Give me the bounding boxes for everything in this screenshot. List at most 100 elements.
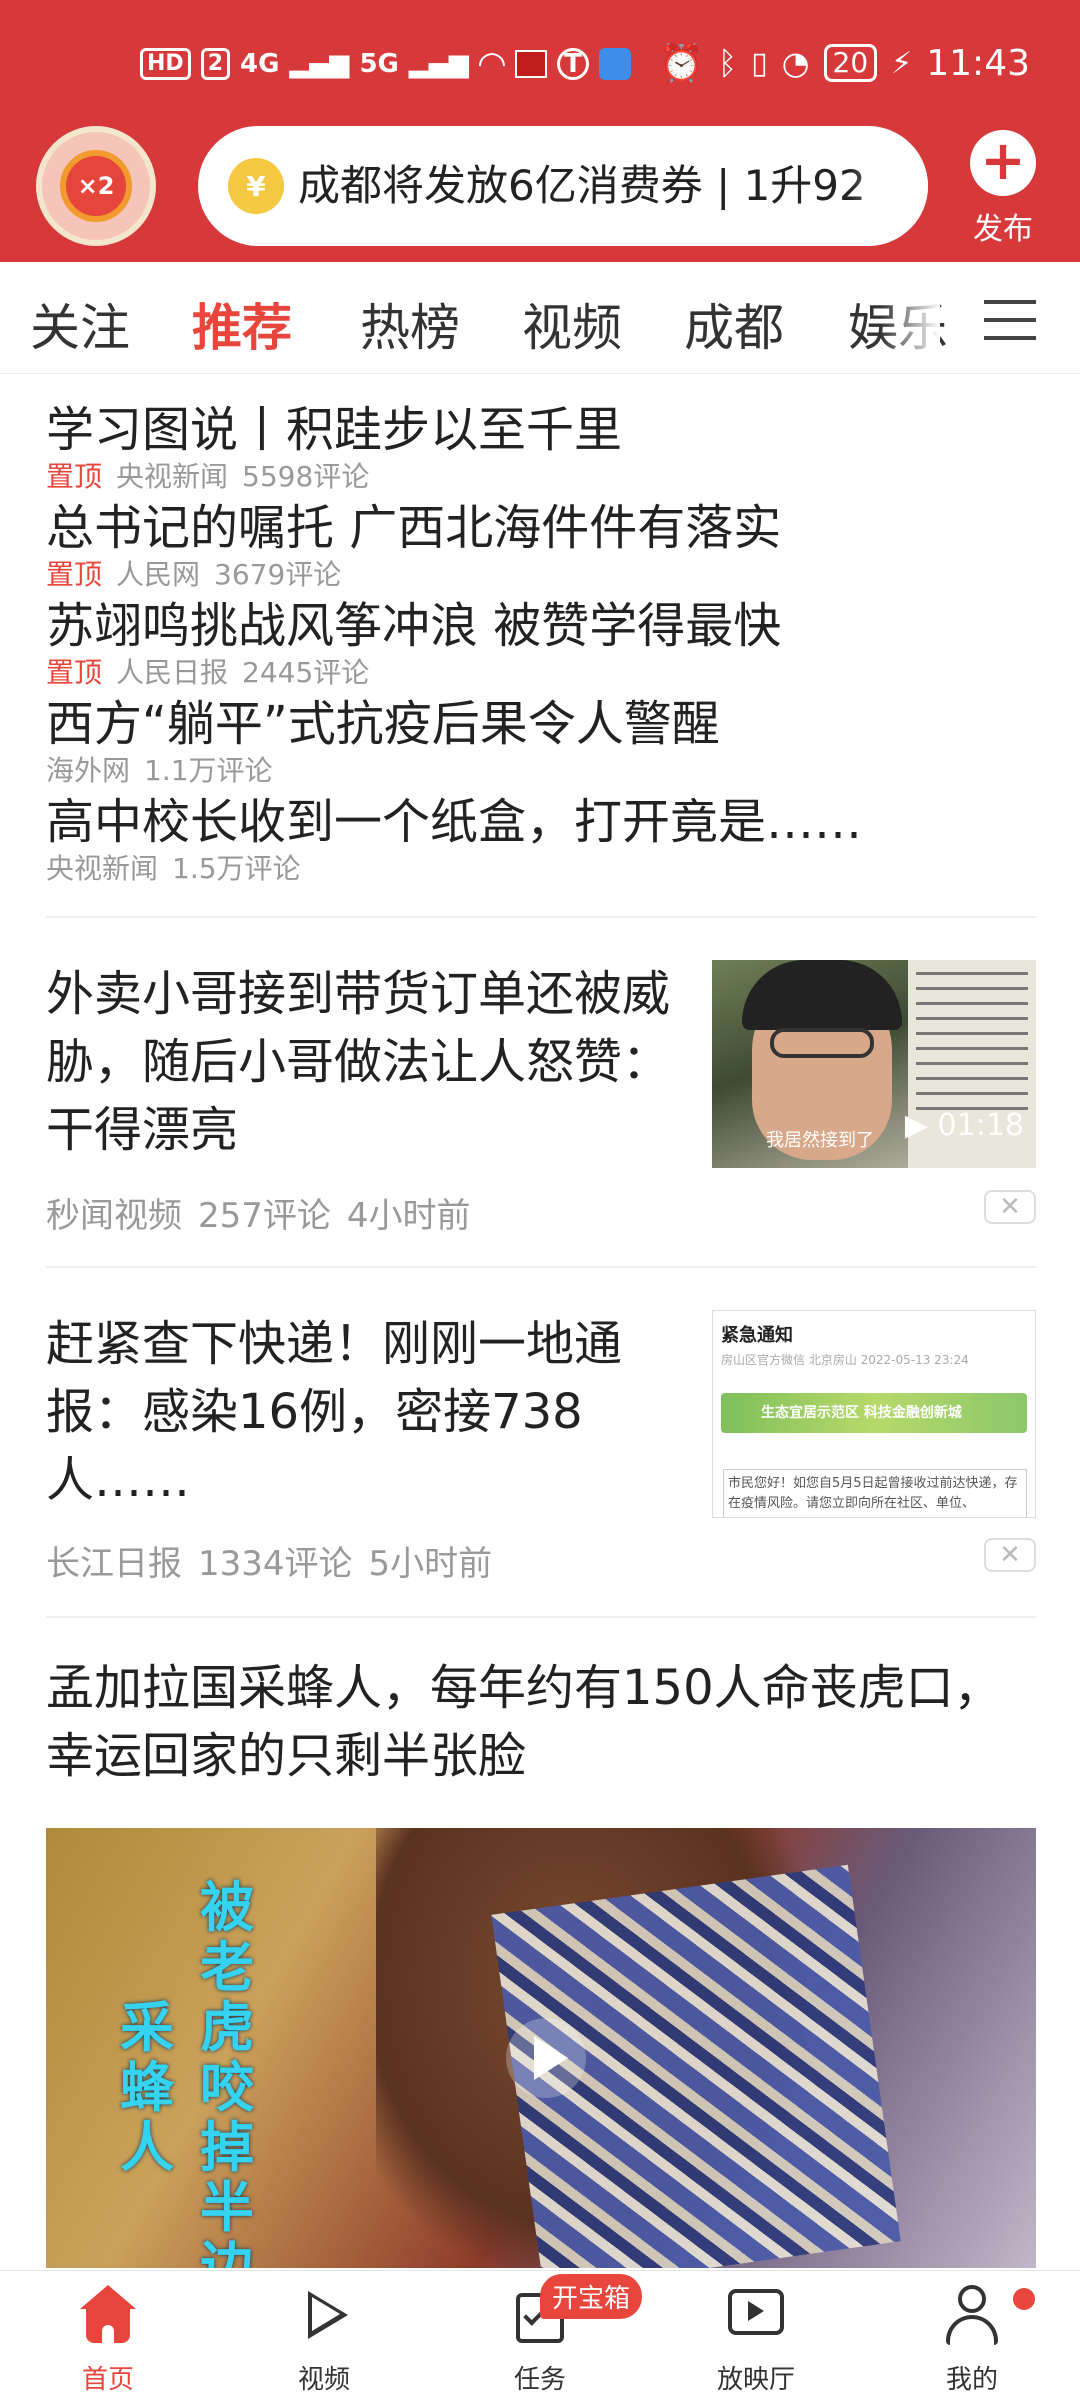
article-comments: 257评论 [198,1196,331,1236]
publish-button[interactable]: + 发布 [960,130,1046,248]
t-circle-icon: T [557,48,590,80]
top-news-item[interactable]: 学习图说丨积跬步以至千里 置顶 央视新闻 5598评论 [46,400,1036,498]
article-source: 秒闻视频 [46,1196,182,1236]
news-title: 高中校长收到一个纸盒，打开竟是…… [46,794,863,850]
tab-chengdu[interactable]: 成都 [684,288,784,360]
thumb-helmet [742,960,902,1030]
comment-count: 3679评论 [214,558,342,591]
dismiss-button[interactable]: ✕ [984,1190,1036,1224]
sim-indicator: 2 [200,48,230,80]
comment-count: 1.1万评论 [144,754,273,787]
video-overlay-left: 采蜂人 [120,1996,174,2179]
comment-count: 5598评论 [242,460,370,493]
thumb-glasses [770,1028,874,1058]
comment-count: 2445评论 [242,656,370,689]
news-source: 央视新闻 [46,852,159,885]
news-source: 央视新闻 [116,460,229,493]
app-header: HD 2 4G ▂▄▆ 5G ▂▄▆ ◠ T ⏰ ᛒ ▯ ◔ 20 ⚡ 11:43 … [0,0,1080,262]
tab-video[interactable]: 视频 [522,288,622,360]
status-bar: HD 2 4G ▂▄▆ 5G ▂▄▆ ◠ T ⏰ ᛒ ▯ ◔ 20 ⚡ 11:43 [0,0,1080,120]
news-title: 苏翊鸣挑战风筝冲浪 被赞学得最快 [46,598,782,654]
pinned-badge: 置顶 [46,460,103,493]
clock: 11:43 [926,42,1030,84]
charging-icon: ⚡ [891,45,913,81]
channel-menu-icon[interactable] [984,300,1036,340]
news-title: 西方“躺平”式抗疫后果令人警醒 [46,696,720,752]
alarm-icon: ⏰ [659,43,704,84]
tab-hot-list[interactable]: 热榜 [360,288,460,360]
article-title: 外卖小哥接到带货订单还被威胁，随后小哥做法让人怒赞：干得漂亮 [46,966,671,1158]
top-news-item[interactable]: 苏翊鸣挑战风筝冲浪 被赞学得最快 置顶 人民日报 2445评论 [46,596,1036,694]
nav-video[interactable]: 视频 [244,2285,404,2396]
profile-icon [942,2285,1002,2345]
nav-label: 放映厅 [716,2365,795,2395]
video-thumbnail[interactable]: 我居然接到了 ▶ 01:18 [712,960,1036,1168]
news-title: 学习图说丨积跬步以至千里 [46,402,623,458]
top-news-list: 学习图说丨积跬步以至千里 置顶 央视新闻 5598评论 总书记的嘱托 广西北海件件有… [46,400,1036,890]
signal-5g-icon: 5G [359,49,399,79]
signal-bars-icon: ▂▄▆ [289,49,350,79]
search-bar[interactable]: ¥ 成都将发放6亿消费券 | 1升92 [198,126,928,246]
video-player[interactable]: 采蜂人 被老虎咬掉半边 [46,1828,1036,2268]
thumb-notice-sub: 房山区官方微信 北京房山 2022-05-13 23:24 [721,1353,969,1367]
article-meta: 长江日报 1334评论 5小时前 [46,1536,508,1585]
coin-icon: ¥ [228,158,284,214]
comment-count: 1.5万评论 [172,852,301,885]
pinned-badge: 置顶 [46,656,103,689]
avatar-badge: ×2 [60,150,132,222]
speed-icon: ◔ [781,44,810,82]
nav-home[interactable]: 首页 [28,2285,188,2396]
article-source: 长江日报 [46,1544,182,1584]
article-card[interactable]: 赶紧查下快递！刚刚一地通报：感染16例，密接738人…… 紧急通知 房山区官方微… [46,1310,1036,1590]
divider [46,1266,1036,1268]
article-time: 5小时前 [368,1544,493,1584]
news-meta: 置顶 人民日报 2445评论 [46,656,1036,690]
video-overlay-right: 被老虎咬掉半边 [200,1876,254,2269]
status-left: HD 2 4G ▂▄▆ 5G ▂▄▆ ◠ T [140,44,632,84]
play-icon[interactable] [506,2018,586,2098]
hd-indicator: HD [140,48,191,80]
top-news-item[interactable]: 高中校长收到一个纸盒，打开竟是…… 央视新闻 1.5万评论 [46,792,1036,890]
article-thumbnail[interactable]: 紧急通知 房山区官方微信 北京房山 2022-05-13 23:24 生态宜居示… [712,1310,1036,1518]
video-article-title[interactable]: 孟加拉国采蜂人，每年约有150人命丧虎口，幸运回家的只剩半张脸 [46,1654,1036,1790]
tab-follow[interactable]: 关注 [30,288,130,360]
tabs-fade [880,262,940,372]
news-meta: 置顶 央视新闻 5598评论 [46,460,1036,494]
news-source: 海外网 [46,754,131,787]
pinned-badge: 置顶 [46,558,103,591]
article-time: 4小时前 [346,1196,471,1236]
nav-label: 首页 [81,2365,134,2395]
thumb-notice-title: 紧急通知 [721,1325,793,1346]
article-comments: 1334评论 [198,1544,353,1584]
search-hot-text: 成都将发放6亿消费券 | 1升92 [298,161,866,210]
news-meta: 海外网 1.1万评论 [46,754,1036,788]
thumb-notice-banner: 生态宜居示范区 科技金融创新城 [721,1393,1027,1433]
divider [46,916,1036,918]
signal-bars-icon: ▂▄▆ [408,49,469,79]
battery-indicator: 20 [823,44,878,82]
top-news-item[interactable]: 总书记的嘱托 广西北海件件有落实 置顶 人民网 3679评论 [46,498,1036,596]
thumb-notice-text: 市民您好！如您自5月5日起曾接收过前达快递，存在疫情风险。请您立即向所在社区、单… [723,1469,1027,1517]
nav-theater[interactable]: 放映厅 [676,2285,836,2396]
nav-label: 任务 [513,2365,566,2395]
news-source: 人民网 [116,558,201,591]
news-meta: 置顶 人民网 3679评论 [46,558,1036,592]
treasure-box-badge[interactable]: 开宝箱 [540,2274,643,2319]
nav-label: 视频 [297,2365,350,2395]
dismiss-button[interactable]: ✕ [984,1538,1036,1572]
signal-4g-icon: 4G [240,49,280,79]
app-notification-icon [515,50,548,78]
vibrate-icon: ▯ [751,45,768,81]
status-right: ⏰ ᛒ ▯ ◔ 20 ⚡ 11:43 [659,38,1030,88]
news-title: 总书记的嘱托 广西北海件件有落实 [46,500,782,556]
video-duration: ▶ 01:18 [904,1108,1024,1143]
article-meta: 秒闻视频 257评论 4小时前 [46,1188,487,1237]
bluetooth-icon: ᛒ [717,44,738,82]
avatar[interactable]: ×2 [36,126,156,246]
tab-recommend[interactable]: 推荐 [192,288,292,360]
top-news-item[interactable]: 西方“躺平”式抗疫后果令人警醒 海外网 1.1万评论 [46,694,1036,792]
news-source: 人民日报 [116,656,229,689]
video-play-icon [294,2285,354,2345]
divider [46,1616,1036,1618]
article-card[interactable]: 外卖小哥接到带货订单还被威胁，随后小哥做法让人怒赞：干得漂亮 我居然接到了 ▶ … [46,960,1036,1240]
